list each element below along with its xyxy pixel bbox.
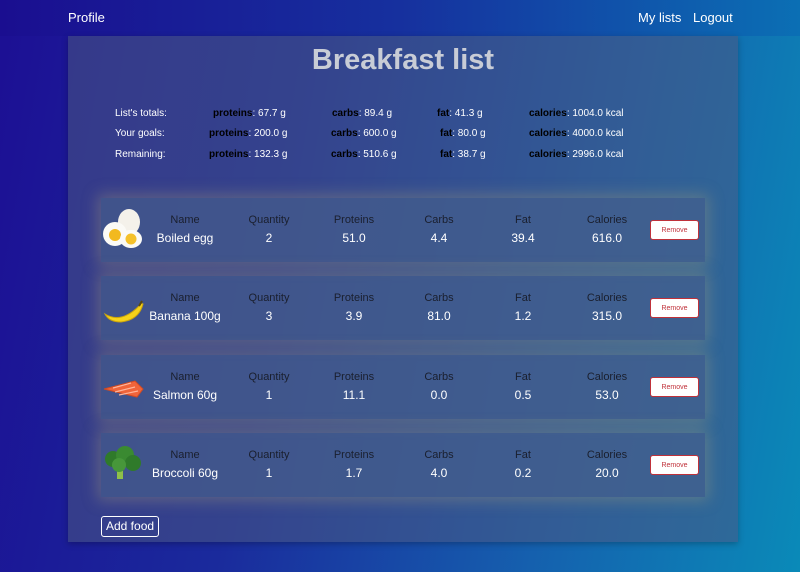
- goals-proteins: proteins: 200.0 g: [209, 128, 288, 139]
- food-name: Boiled egg: [156, 231, 214, 245]
- food-proteins-col: Proteins 3.9: [333, 292, 375, 323]
- totals-row-label: List's totals:: [115, 108, 167, 119]
- food-name-col: Name Salmon 60g: [149, 371, 221, 402]
- food-quantity-col: Quantity 2: [248, 214, 290, 245]
- food-fat-col: Fat 1.2: [514, 292, 532, 323]
- remaining-calories: calories: 2996.0 kcal: [529, 149, 624, 160]
- food-name-col: Name Banana 100g: [149, 292, 221, 323]
- food-calories-col: Calories 616.0: [586, 214, 628, 245]
- food-fat-col: Fat 0.2: [514, 449, 532, 480]
- boiled-egg-icon: [103, 209, 142, 248]
- list-panel: Breakfast list List's totals: proteins: …: [68, 36, 738, 542]
- remaining-proteins: proteins: 132.3 g: [209, 149, 288, 160]
- totals-summary: List's totals: proteins: 67.7 g carbs: 8…: [68, 102, 738, 168]
- food-quantity-col: Quantity 1: [248, 371, 290, 402]
- remove-button[interactable]: Remove: [650, 377, 699, 397]
- food-card: Name Banana 100g Quantity 3 Proteins 3.9 Ca…: [101, 276, 705, 340]
- goals-calories: calories: 4000.0 kcal: [529, 128, 624, 139]
- totals-row: List's totals: proteins: 67.7 g carbs: 8…: [68, 108, 738, 122]
- nav-profile-link[interactable]: Profile: [68, 10, 105, 25]
- page-title: Breakfast list: [311, 44, 495, 76]
- food-name-col: Name Boiled egg: [149, 214, 221, 245]
- food-name-col: Name Broccoli 60g: [149, 449, 221, 480]
- food-calories-col: Calories 53.0: [586, 371, 628, 402]
- food-carbs-col: Carbs 0.0: [424, 371, 454, 402]
- remaining-carbs: carbs: 510.6 g: [331, 149, 397, 160]
- food-carbs-col: Carbs 4.4: [424, 214, 454, 245]
- remove-button[interactable]: Remove: [650, 455, 699, 475]
- food-quantity-col: Quantity 1: [248, 449, 290, 480]
- food-card: Name Salmon 60g Quantity 1 Proteins 11.1 Ca…: [101, 355, 705, 419]
- food-fat-col: Fat 0.5: [514, 371, 532, 402]
- food-name: Salmon 60g: [152, 388, 218, 402]
- remove-button[interactable]: Remove: [650, 220, 699, 240]
- food-proteins-col: Proteins 51.0: [333, 214, 375, 245]
- totals-calories: calories: 1004.0 kcal: [529, 108, 624, 119]
- salmon-icon: [103, 380, 144, 398]
- food-proteins-col: Proteins 1.7: [333, 449, 375, 480]
- food-carbs-col: Carbs 4.0: [424, 449, 454, 480]
- goals-carbs: carbs: 600.0 g: [331, 128, 397, 139]
- remaining-fat: fat: 38.7 g: [440, 149, 486, 160]
- food-calories-col: Calories 20.0: [586, 449, 628, 480]
- food-calories-col: Calories 315.0: [586, 292, 628, 323]
- top-navbar: Profile My lists Logout: [0, 0, 800, 36]
- remaining-row-label: Remaining:: [115, 149, 166, 160]
- food-card: Name Boiled egg Quantity 2 Proteins 51.0 Ca…: [101, 198, 705, 262]
- nav-my-lists-link[interactable]: My lists: [638, 10, 681, 25]
- food-fat-col: Fat 39.4: [511, 214, 535, 245]
- food-proteins-col: Proteins 11.1: [333, 371, 375, 402]
- food-card: Name Broccoli 60g Quantity 1 Proteins 1.7 C…: [101, 433, 705, 497]
- remove-button[interactable]: Remove: [650, 298, 699, 318]
- remaining-row: Remaining: proteins: 132.3 g carbs: 510.…: [68, 149, 738, 163]
- food-name: Banana 100g: [149, 309, 221, 323]
- broccoli-icon: [105, 446, 141, 479]
- totals-fat: fat: 41.3 g: [437, 108, 483, 119]
- add-food-button[interactable]: Add food: [101, 516, 160, 537]
- goals-fat: fat: 80.0 g: [440, 128, 486, 139]
- totals-carbs: carbs: 89.4 g: [332, 108, 393, 119]
- food-name: Broccoli 60g: [151, 466, 219, 480]
- totals-proteins: proteins: 67.7 g: [213, 108, 286, 119]
- goals-row: Your goals: proteins: 200.0 g carbs: 600…: [68, 128, 738, 142]
- food-carbs-col: Carbs 81.0: [424, 292, 454, 323]
- banana-icon: [103, 300, 144, 323]
- food-quantity-col: Quantity 3: [248, 292, 290, 323]
- goals-row-label: Your goals:: [115, 128, 165, 139]
- nav-logout-link[interactable]: Logout: [693, 10, 733, 25]
